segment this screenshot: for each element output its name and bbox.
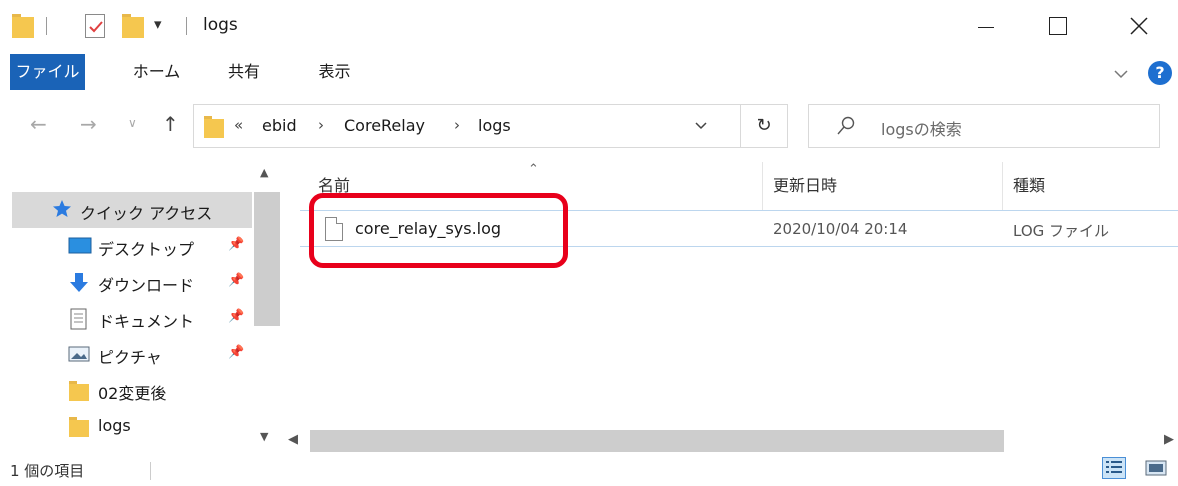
item-count: 1 個の項目 bbox=[10, 462, 85, 480]
address-dropdown-icon[interactable] bbox=[694, 115, 708, 139]
sidebar-item-label: logs bbox=[98, 416, 131, 435]
scroll-down-icon[interactable]: ▼ bbox=[260, 430, 268, 443]
refresh-button[interactable]: ↻ bbox=[741, 104, 788, 148]
forward-icon[interactable]: → bbox=[80, 112, 97, 136]
large-icons-view-icon[interactable] bbox=[1144, 458, 1168, 478]
pin-icon[interactable]: 📌 bbox=[228, 273, 244, 288]
sort-ascending-icon: ⌃ bbox=[528, 162, 539, 177]
sidebar-item-downloads[interactable]: ダウンロード 📌 bbox=[12, 264, 252, 300]
tab-view[interactable]: 表示 bbox=[307, 54, 362, 90]
help-icon[interactable]: ? bbox=[1148, 61, 1172, 85]
maximize-button[interactable] bbox=[1028, 0, 1088, 54]
search-box[interactable]: logsの検索 bbox=[808, 104, 1160, 148]
title-separator bbox=[186, 17, 187, 35]
column-divider[interactable] bbox=[1002, 162, 1003, 210]
navpane-scrollbar[interactable]: ▲ ▼ bbox=[254, 162, 280, 452]
breadcrumb-ebid[interactable]: ebid bbox=[262, 116, 297, 135]
properties-icon[interactable] bbox=[85, 14, 105, 38]
pin-icon[interactable]: 📌 bbox=[228, 345, 244, 360]
column-header-type[interactable]: 種類 bbox=[1013, 172, 1045, 196]
navigation-pane: クイック アクセス デスクトップ 📌 ダウンロード 📌 ドキュメント 📌 ピクチ… bbox=[0, 162, 280, 452]
folder-icon bbox=[68, 416, 90, 442]
up-icon[interactable]: ↑ bbox=[162, 112, 179, 136]
toolbar-separator bbox=[46, 17, 47, 35]
folder-icon[interactable] bbox=[12, 14, 34, 38]
minimize-button[interactable] bbox=[958, 0, 1018, 54]
scrollbar-thumb[interactable] bbox=[310, 430, 1004, 452]
column-header-modified[interactable]: 更新日時 bbox=[773, 172, 837, 196]
column-divider[interactable] bbox=[762, 162, 763, 210]
navigation-bar: ← → ∨ ↑ « ebid › CoreRelay › logs ↻ logs… bbox=[0, 92, 1178, 162]
folder-icon bbox=[204, 116, 224, 138]
recent-locations-icon[interactable]: ∨ bbox=[128, 116, 137, 130]
title-bar: ▾ logs bbox=[0, 0, 1178, 54]
ribbon-tabs: ファイル ホーム 共有 表示 ? bbox=[0, 54, 1178, 92]
tab-share[interactable]: 共有 bbox=[218, 54, 270, 90]
star-icon bbox=[52, 199, 72, 223]
sidebar-item-quick-access[interactable]: クイック アクセス bbox=[12, 192, 252, 228]
breadcrumb-logs[interactable]: logs bbox=[478, 116, 511, 135]
file-list-scrollbar[interactable]: ◀ ▶ bbox=[282, 430, 1178, 452]
quick-access-dropdown[interactable]: ▾ bbox=[154, 15, 162, 33]
ribbon-expand-icon[interactable] bbox=[1114, 64, 1128, 83]
scroll-right-icon[interactable]: ▶ bbox=[1164, 432, 1174, 447]
folder-icon bbox=[68, 380, 90, 406]
sidebar-item-logs[interactable]: logs bbox=[12, 408, 252, 444]
sidebar-item-documents[interactable]: ドキュメント 📌 bbox=[12, 300, 252, 336]
search-icon bbox=[837, 116, 855, 140]
file-type: LOG ファイル bbox=[1013, 222, 1110, 240]
breadcrumb-corerelay[interactable]: CoreRelay bbox=[344, 116, 425, 135]
new-folder-icon[interactable] bbox=[122, 14, 144, 38]
back-icon[interactable]: ← bbox=[30, 112, 47, 136]
sidebar-item-label: デスクトップ bbox=[98, 240, 195, 259]
tab-file[interactable]: ファイル bbox=[10, 54, 85, 90]
scroll-left-icon[interactable]: ◀ bbox=[288, 432, 298, 447]
download-icon bbox=[68, 272, 90, 298]
sidebar-item-label: クイック アクセス bbox=[80, 204, 213, 223]
sidebar-item-pictures[interactable]: ピクチャ 📌 bbox=[12, 336, 252, 372]
status-bar: 1 個の項目 bbox=[0, 452, 1178, 486]
pin-icon[interactable]: 📌 bbox=[228, 309, 244, 324]
status-separator bbox=[150, 462, 151, 480]
documents-icon bbox=[68, 308, 88, 334]
sidebar-item-desktop[interactable]: デスクトップ 📌 bbox=[12, 228, 252, 264]
breadcrumb-separator[interactable]: › bbox=[318, 116, 324, 134]
desktop-icon bbox=[68, 236, 92, 260]
sidebar-item-label: ダウンロード bbox=[98, 276, 195, 295]
sidebar-item-label: ピクチャ bbox=[98, 348, 162, 367]
highlight-box bbox=[309, 193, 568, 268]
pin-icon[interactable]: 📌 bbox=[228, 237, 244, 252]
details-view-icon[interactable] bbox=[1102, 457, 1126, 479]
file-modified: 2020/10/04 20:14 bbox=[773, 220, 908, 238]
window-title: logs bbox=[203, 15, 238, 35]
breadcrumb-separator[interactable]: › bbox=[454, 116, 460, 134]
address-bar[interactable]: « ebid › CoreRelay › logs bbox=[193, 104, 741, 148]
close-button[interactable] bbox=[1110, 0, 1170, 54]
overflow-icon[interactable]: « bbox=[234, 116, 243, 134]
pictures-icon bbox=[68, 344, 90, 368]
sidebar-item-02henkougo[interactable]: 02変更後 bbox=[12, 372, 252, 408]
search-input[interactable]: logsの検索 bbox=[881, 116, 962, 140]
scrollbar-thumb[interactable] bbox=[254, 192, 280, 326]
scroll-up-icon[interactable]: ▲ bbox=[260, 166, 268, 179]
tab-home[interactable]: ホーム bbox=[124, 54, 189, 90]
sidebar-item-label: ドキュメント bbox=[98, 312, 195, 331]
sidebar-item-label: 02変更後 bbox=[98, 384, 167, 403]
